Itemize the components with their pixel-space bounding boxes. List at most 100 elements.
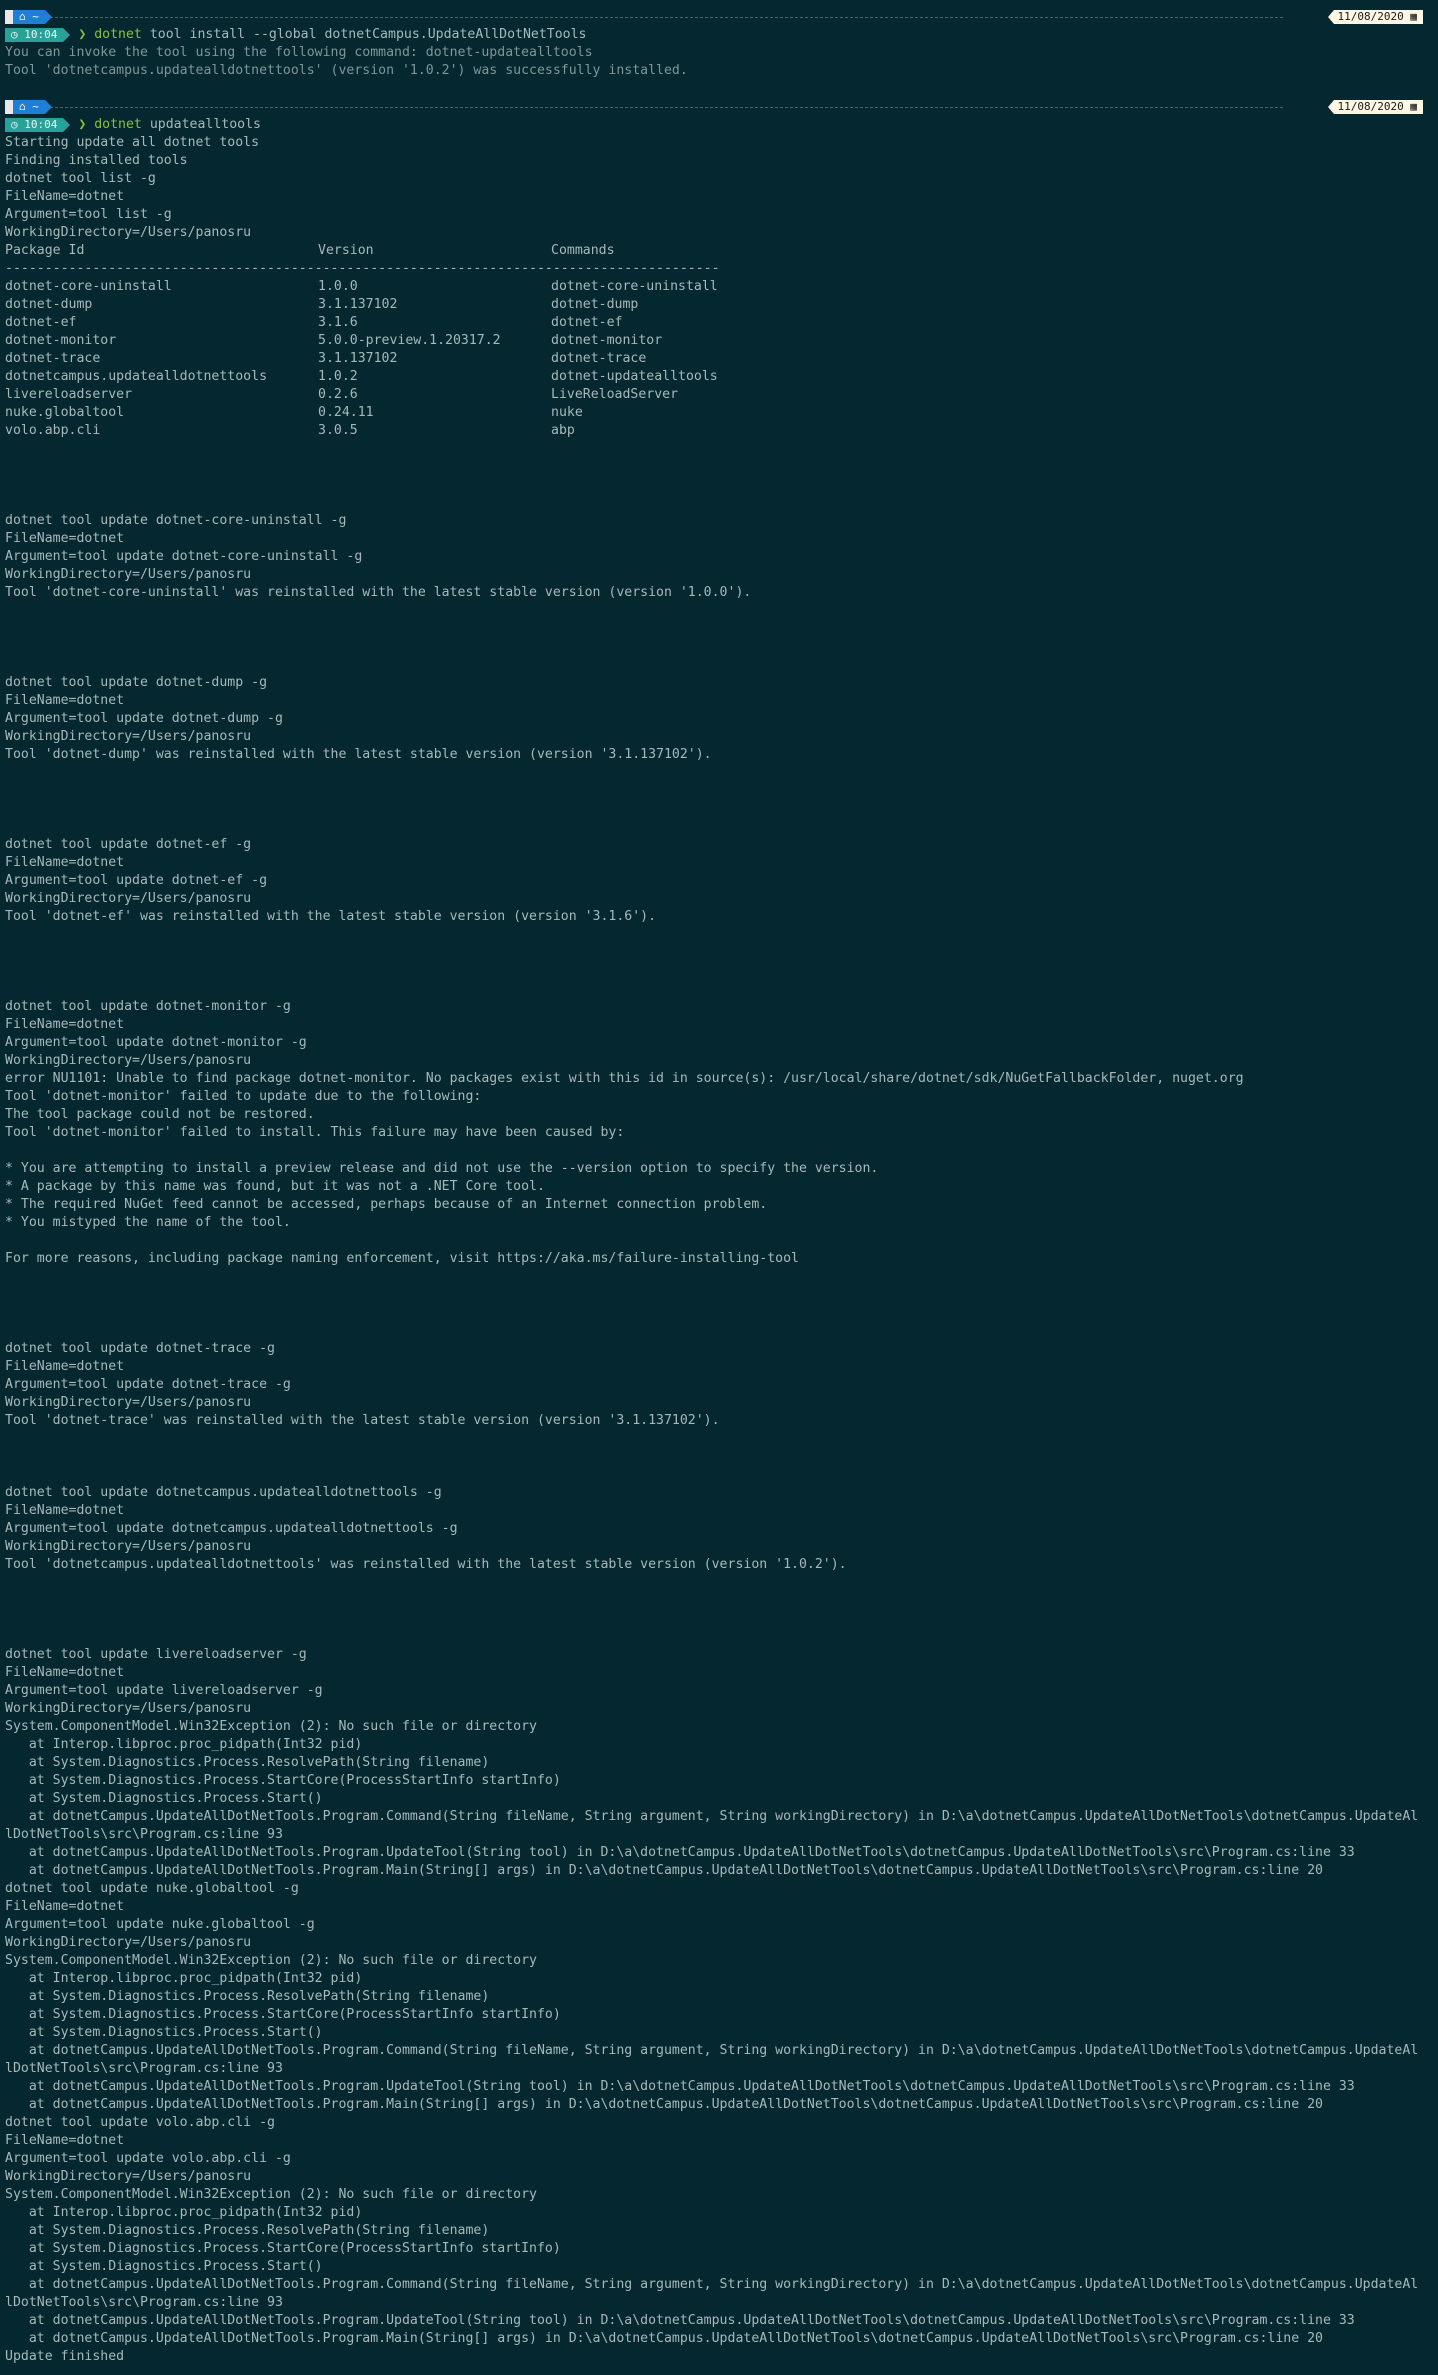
- prompt-chevron-icon: ❯: [78, 27, 87, 42]
- output-line: at dotnetCampus.UpdateAllDotNetTools.Pro…: [5, 2097, 1323, 2112]
- output-line: dotnet tool update nuke.globaltool -g: [5, 1881, 299, 1896]
- prompt-command-line[interactable]: ◷ 10:04 ❯ dotnet tool install --global d…: [5, 26, 1433, 44]
- output-line: at Interop.libproc.proc_pidpath(Int32 pi…: [5, 1737, 363, 1752]
- output-line: Argument=tool list -g: [5, 207, 172, 222]
- output-line: Tool 'dotnet-trace' was reinstalled with…: [5, 1413, 720, 1428]
- output-line: System.ComponentModel.Win32Exception (2)…: [5, 1719, 537, 1734]
- output-line: Tool 'dotnet-dump' was reinstalled with …: [5, 747, 712, 762]
- command-name: dotnet: [94, 117, 142, 132]
- segment-arrow-icon: [63, 118, 71, 132]
- prompt-status-line: ⌂ ~ 11/08/2020 ▦: [5, 8, 1433, 26]
- output-line: at dotnetCampus.UpdateAllDotNetTools.Pro…: [5, 2277, 1419, 2292]
- output-line: * The required NuGet feed cannot be acce…: [5, 1197, 768, 1212]
- table-row: dotnet-dump 3.1.137102 dotnet-dump: [5, 296, 1433, 314]
- table-row: dotnetcampus.updatealldotnettools 1.0.2 do…: [5, 368, 1433, 386]
- output-line: at System.Diagnostics.Process.Start(): [5, 2259, 323, 2274]
- output-line: at System.Diagnostics.Process.Start(): [5, 1791, 323, 1806]
- table-row: nuke.globaltool 0.24.11 nuke: [5, 404, 1433, 422]
- output-line: dotnet tool update volo.abp.cli -g: [5, 2115, 275, 2130]
- prompt-command-line[interactable]: ◷ 10:04 ❯ dotnet updatealltools: [5, 116, 1433, 134]
- column-header-version: Version: [318, 243, 374, 258]
- version-cell: 3.1.137102: [318, 297, 398, 312]
- output-line: Argument=tool update dotnet-core-uninsta…: [5, 549, 363, 564]
- calendar-icon: ▦: [1410, 100, 1417, 113]
- output-line: Starting update all dotnet tools: [5, 135, 260, 150]
- output-line: at dotnetCampus.UpdateAllDotNetTools.Pro…: [5, 2331, 1323, 2346]
- output-line: Argument=tool update dotnet-trace -g: [5, 1377, 291, 1392]
- date-notch-icon: [1327, 100, 1334, 114]
- column-header-package-id: Package Id: [5, 243, 85, 258]
- output-line: FileName=dotnet: [5, 2133, 125, 2148]
- output-line: WorkingDirectory=/Users/panosru: [5, 1053, 252, 1068]
- commands-cell: nuke: [551, 405, 583, 420]
- prompt-time: ◷ 10:04: [5, 28, 64, 42]
- output-line: at System.Diagnostics.Process.StartCore(…: [5, 1773, 561, 1788]
- calendar-icon: ▦: [1410, 10, 1417, 23]
- output-line: WorkingDirectory=/Users/panosru: [5, 1935, 252, 1950]
- output-line: For more reasons, including package nami…: [5, 1251, 799, 1266]
- output-line: FileName=dotnet: [5, 189, 125, 204]
- output-line: FileName=dotnet: [5, 1017, 125, 1032]
- version-cell: 5.0.0-preview.1.20317.2: [318, 333, 501, 348]
- output-line: Finding installed tools: [5, 153, 188, 168]
- output-line: Update finished: [5, 2349, 125, 2364]
- output-line: Argument=tool update nuke.globaltool -g: [5, 1917, 315, 1932]
- output-line: * A package by this name was found, but …: [5, 1179, 545, 1194]
- prompt-time-text: 10:04: [24, 28, 58, 41]
- output-line: WorkingDirectory=/Users/panosru: [5, 1395, 252, 1410]
- output-line: System.ComponentModel.Win32Exception (2)…: [5, 2187, 537, 2202]
- output-line: FileName=dotnet: [5, 1359, 125, 1374]
- output-line: FileName=dotnet: [5, 1503, 125, 1518]
- output-line: FileName=dotnet: [5, 531, 125, 546]
- output-line: at Interop.libproc.proc_pidpath(Int32 pi…: [5, 1971, 363, 1986]
- output-line: Argument=tool update dotnet-ef -g: [5, 873, 268, 888]
- table-header: Package Id Version Commands: [5, 242, 1433, 260]
- output-line: WorkingDirectory=/Users/panosru: [5, 729, 252, 744]
- output-line: at dotnetCampus.UpdateAllDotNetTools.Pro…: [5, 2313, 1355, 2328]
- prompt-time: ◷ 10:04: [5, 118, 64, 132]
- output-line: at System.Diagnostics.Process.ResolvePat…: [5, 1755, 490, 1770]
- output-line: Tool 'dotnet-ef' was reinstalled with th…: [5, 909, 657, 924]
- home-icon: ⌂ ~: [13, 10, 45, 24]
- version-cell: 0.24.11: [318, 405, 374, 420]
- commands-cell: dotnet-monitor: [551, 333, 663, 348]
- output-line: WorkingDirectory=/Users/panosru: [5, 891, 252, 906]
- prompt-dir: ~: [32, 100, 39, 113]
- version-cell: 0.2.6: [318, 387, 358, 402]
- output-line: at System.Diagnostics.Process.ResolvePat…: [5, 1989, 490, 2004]
- table-row: volo.abp.cli 3.0.5 abp: [5, 422, 1433, 440]
- prompt-date-text: 11/08/2020: [1337, 10, 1404, 23]
- package-id-cell: dotnet-trace: [5, 351, 101, 366]
- command-name: dotnet: [94, 27, 142, 42]
- command-args: updatealltools: [141, 117, 261, 132]
- output-line: lDotNetTools\src\Program.cs:line 93: [5, 2295, 283, 2310]
- output-line: Tool 'dotnet-core-uninstall' was reinsta…: [5, 585, 752, 600]
- terminal-window[interactable]: ⌂ ~ 11/08/2020 ▦ ◷ 10:04 ❯ dotnet tool i…: [5, 8, 1433, 2366]
- output-line: at dotnetCampus.UpdateAllDotNetTools.Pro…: [5, 1809, 1419, 1824]
- output-line: at dotnetCampus.UpdateAllDotNetTools.Pro…: [5, 2043, 1419, 2058]
- output-line: dotnet tool update dotnet-dump -g: [5, 675, 268, 690]
- prompt-segments: ⌂ ~: [5, 9, 52, 24]
- output-line: FileName=dotnet: [5, 1665, 125, 1680]
- version-cell: 1.0.2: [318, 369, 358, 384]
- table-row: livereloadserver 0.2.6 LiveReloadServer: [5, 386, 1433, 404]
- package-id-cell: nuke.globaltool: [5, 405, 125, 420]
- output-line: Tool 'dotnetcampus.updatealldotnettools'…: [5, 63, 688, 78]
- package-id-cell: dotnet-ef: [5, 315, 77, 330]
